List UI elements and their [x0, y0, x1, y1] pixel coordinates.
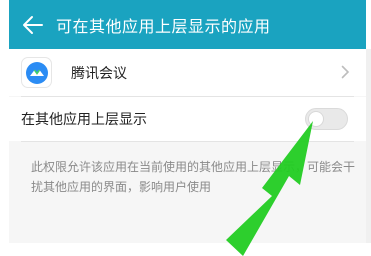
arrow-left-icon [23, 15, 43, 34]
settings-content: 腾讯会议 在其他应用上层显示 此权限允许该应用在当前使用的其他应用上层显示，可能… [9, 49, 366, 243]
app-info-row[interactable]: 腾讯会议 [9, 49, 366, 96]
app-name-label: 腾讯会议 [71, 66, 127, 82]
tencent-meeting-icon [21, 57, 52, 88]
permission-description: 此权限允许该应用在当前使用的其他应用上层显示，可能会干扰其他应用的界面，影响用户… [31, 160, 356, 194]
divider [21, 141, 354, 142]
chevron-right-icon [341, 65, 350, 79]
back-button[interactable] [12, 0, 54, 49]
overlay-permission-toggle[interactable] [305, 108, 348, 130]
overlay-setting-label: 在其他应用上层显示 [21, 112, 147, 128]
page-title: 可在其他应用上层显示的应用 [56, 16, 271, 36]
overlay-setting-row: 在其他应用上层显示 [9, 97, 366, 141]
settings-screen: 可在其他应用上层显示的应用 腾讯会议 在其他应用上层显示 此权限允许该应用在当前… [0, 0, 371, 256]
title-bar: 可在其他应用上层显示的应用 [9, 0, 366, 49]
edge-strip [366, 49, 371, 243]
toggle-knob [308, 111, 324, 127]
